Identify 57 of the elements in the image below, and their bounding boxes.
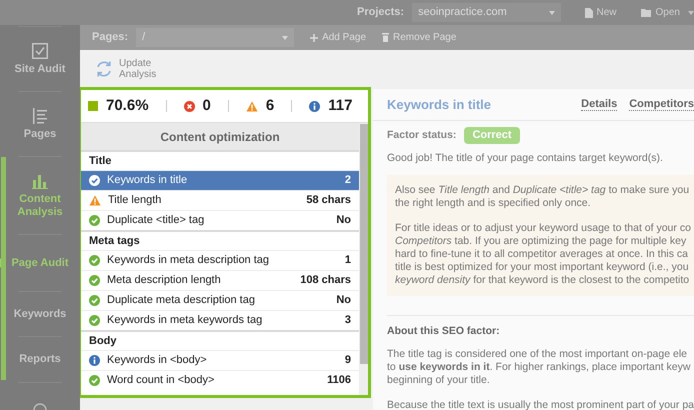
- check-icon: [89, 315, 100, 326]
- about-heading: About this SEO factor:: [387, 325, 501, 338]
- trash-icon: [382, 33, 390, 42]
- sidebar-item[interactable]: Site Audit: [0, 27, 80, 91]
- tab[interactable]: Details: [581, 98, 618, 111]
- info-count: 117: [328, 96, 352, 116]
- new-button[interactable]: New: [584, 5, 617, 20]
- bar-chart-icon: [32, 172, 48, 188]
- check-icon: [89, 275, 100, 286]
- scrollbar-thumb[interactable]: [360, 124, 368, 364]
- sidebar-item[interactable]: Content Analysis: [0, 157, 80, 234]
- scrollbar[interactable]: [359, 123, 368, 395]
- projects-label: Projects:: [357, 5, 404, 20]
- tip-paragraph: Also see Title length and Duplicate <title> tag to make sure you the right length and is specified only once.: [395, 184, 690, 210]
- tip-paragraph: For title ideas or to adjust your keyword usage to that of your co Competitors tab. If you are optimizing the page for multiple key hard to fine-tune it to all competitor averages at once. In this ca title is best optimized for your most important keyword (i.e., you keyword density for that keyword is the closest to the competito: [395, 222, 692, 287]
- list-icon: [33, 108, 47, 124]
- warning-icon: [89, 195, 101, 206]
- detail-title: Keywords in title: [387, 96, 492, 114]
- warning-count: 6: [266, 96, 274, 116]
- pages-label: Pages:: [92, 30, 128, 46]
- folder-icon: [640, 8, 652, 17]
- info-icon: [309, 100, 320, 112]
- check-icon: [89, 375, 100, 386]
- caret-icon: [548, 10, 555, 14]
- error-count: 0: [202, 96, 211, 116]
- error-icon: [184, 100, 195, 112]
- panel-header: Content optimization: [81, 123, 359, 150]
- remove-page-button[interactable]: Remove Page: [382, 30, 456, 45]
- open-button[interactable]: Open: [640, 5, 694, 20]
- warning-icon: [246, 100, 258, 112]
- update-analysis-button[interactable]: Update Analysis: [95, 58, 161, 80]
- checkbox-icon: [32, 42, 48, 58]
- factor-status-label: Factor status:: [387, 129, 456, 142]
- check-icon: [89, 175, 100, 186]
- add-page-button[interactable]: Add Page: [310, 30, 366, 45]
- summary-text: Good job! The title of your page contains target keyword(s).: [387, 152, 664, 165]
- info-icon: [89, 355, 100, 366]
- factor-row[interactable]: Keywords in title 2: [81, 170, 359, 190]
- caret-icon: [688, 10, 694, 14]
- about-paragraph: Because the title text is usually the most prominent part of your pa: [387, 399, 694, 410]
- score-square-icon: [88, 101, 98, 111]
- about-paragraph: The title tag is considered one of the most important on-page ele to use keywords in it. For higher rankings, place important keyw beginning of your title.: [387, 348, 692, 387]
- tab[interactable]: Competitors: [629, 98, 694, 111]
- sidebar-item[interactable]: Keywords: [0, 292, 80, 336]
- status-badge: Correct: [464, 127, 520, 144]
- score-value: 70.6%: [106, 96, 149, 116]
- sidebar-item[interactable]: Pages: [0, 92, 80, 156]
- refresh-icon: [95, 60, 113, 78]
- caret-icon: [282, 36, 288, 40]
- sidebar-item[interactable]: Reports: [0, 337, 80, 382]
- check-icon: [89, 295, 100, 306]
- project-dropdown[interactable]: seoinpractice.com: [412, 3, 561, 22]
- pages-dropdown[interactable]: /: [136, 28, 294, 47]
- file-icon: [584, 8, 593, 18]
- plus-icon: [310, 34, 318, 42]
- check-icon: [89, 215, 100, 226]
- check-icon: [89, 255, 100, 266]
